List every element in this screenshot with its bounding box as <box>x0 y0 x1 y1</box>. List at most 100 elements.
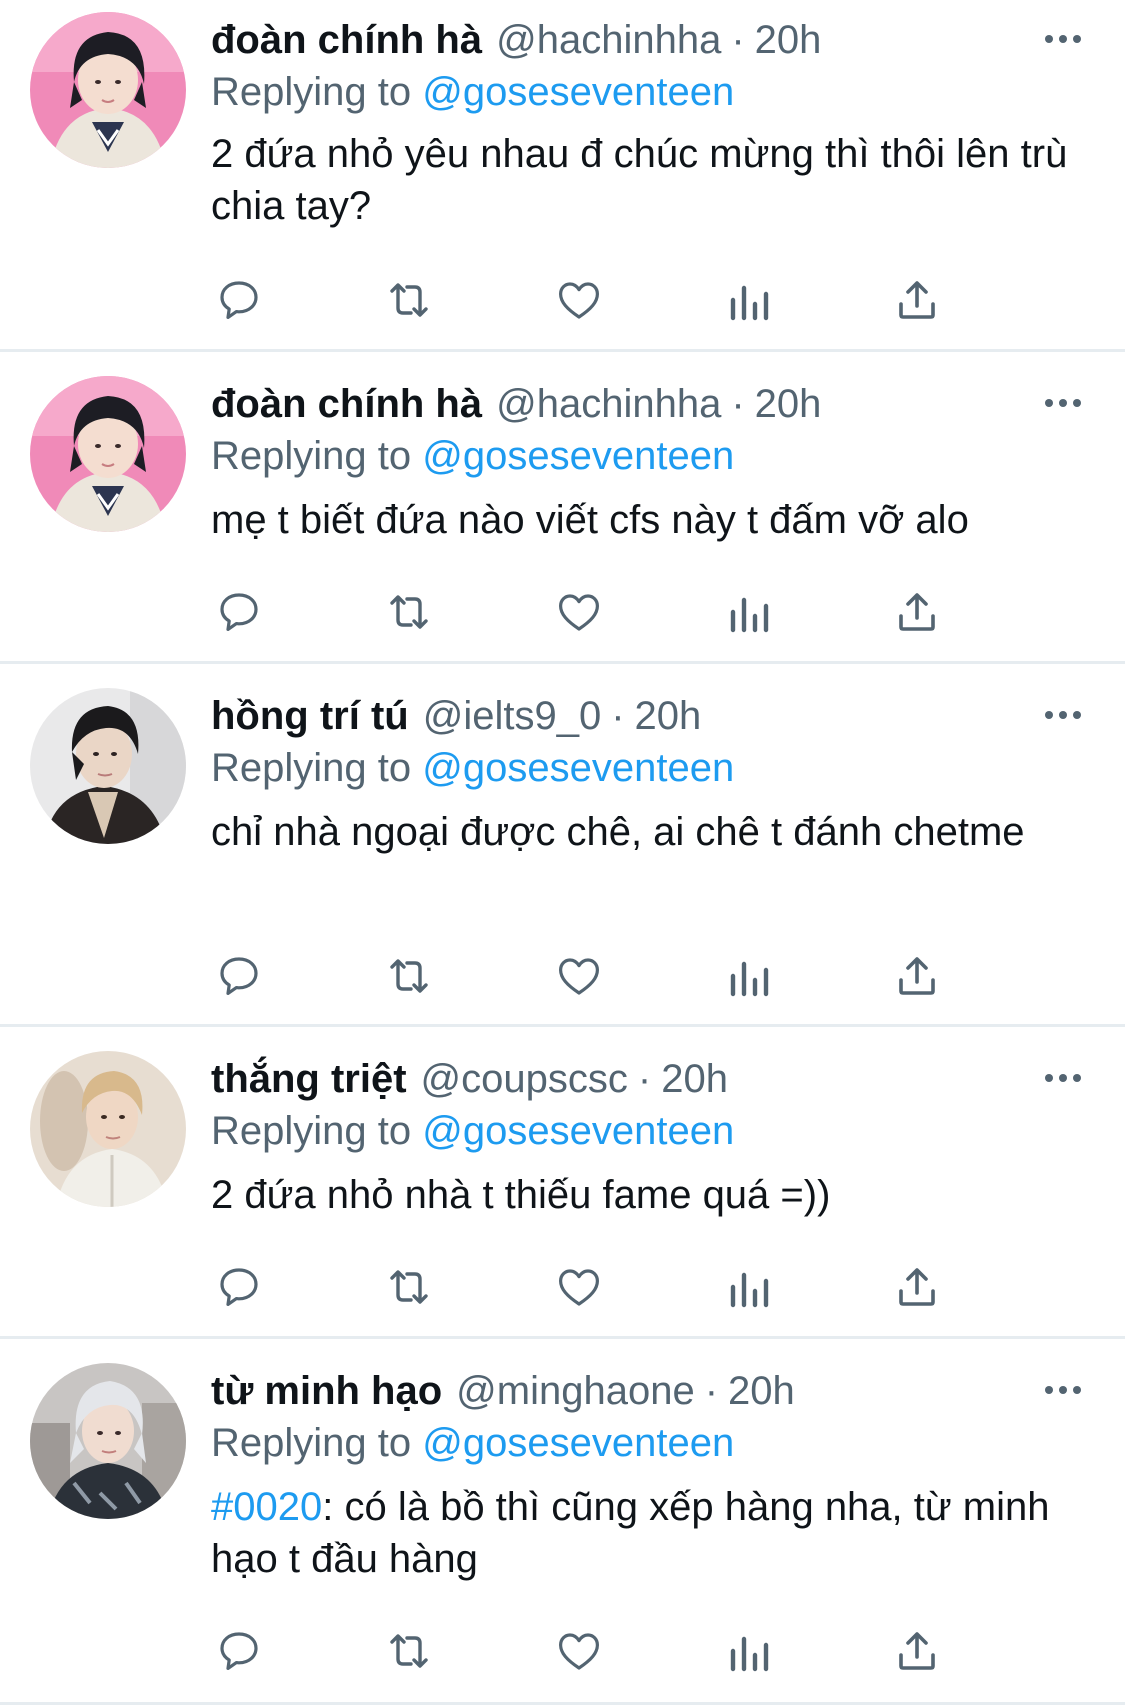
like-button[interactable] <box>551 948 607 1004</box>
tweet-content: hồng trí tú @ielts9_0 · 20h Replying to … <box>211 690 1085 858</box>
retweet-button[interactable] <box>381 1259 437 1315</box>
avatar[interactable] <box>30 1363 186 1519</box>
share-button[interactable] <box>889 1623 945 1679</box>
tweet[interactable]: đoàn chính hà @hachinhha · 20h Replying … <box>0 352 1125 664</box>
display-name[interactable]: đoàn chính hà <box>211 14 482 66</box>
more-options-button[interactable] <box>1043 1063 1083 1093</box>
reply-mention-link[interactable]: @goseseventeen <box>422 1109 734 1153</box>
analytics-button[interactable] <box>721 584 777 640</box>
analytics-button[interactable] <box>721 272 777 328</box>
retweet-icon <box>390 1634 428 1668</box>
tweet-header: thắng triệt @coupscsc · 20h <box>211 1053 1085 1105</box>
tweet-actions <box>211 272 991 328</box>
user-handle[interactable]: @hachinhha <box>496 14 721 66</box>
like-button[interactable] <box>551 584 607 640</box>
like-button[interactable] <box>551 1259 607 1315</box>
display-name[interactable]: thắng triệt <box>211 1053 407 1105</box>
reply-icon <box>220 957 258 995</box>
reply-button[interactable] <box>211 272 267 328</box>
share-button[interactable] <box>889 1259 945 1315</box>
tweet[interactable]: thắng triệt @coupscsc · 20h Replying to … <box>0 1027 1125 1339</box>
retweet-icon <box>390 595 428 629</box>
replying-to-label: Replying to <box>211 1109 412 1153</box>
tweet-text: chỉ nhà ngoại được chê, ai chê t đánh ch… <box>211 806 1071 858</box>
display-name[interactable]: từ minh hạo <box>211 1365 442 1417</box>
reply-button[interactable] <box>211 1259 267 1315</box>
like-button[interactable] <box>551 272 607 328</box>
tweet-actions <box>211 1259 991 1315</box>
user-handle[interactable]: @hachinhha <box>496 378 721 430</box>
retweet-button[interactable] <box>381 948 437 1004</box>
more-options-button[interactable] <box>1043 388 1083 418</box>
reply-mention-link[interactable]: @goseseventeen <box>422 746 734 790</box>
hashtag-link[interactable]: #0020 <box>211 1485 322 1529</box>
tweet-header: đoàn chính hà @hachinhha · 20h <box>211 14 1085 66</box>
tweet-actions <box>211 1623 991 1679</box>
display-name[interactable]: đoàn chính hà <box>211 378 482 430</box>
share-icon <box>899 281 935 319</box>
tweet-body: : có là bồ thì cũng xếp hàng nha, từ min… <box>211 1485 1050 1581</box>
heart-icon <box>559 958 599 995</box>
tweet-header: đoàn chính hà @hachinhha · 20h <box>211 378 1085 430</box>
tweet-text: #0020: có là bồ thì cũng xếp hàng nha, t… <box>211 1481 1071 1585</box>
timestamp[interactable]: 20h <box>755 14 822 66</box>
timestamp[interactable]: 20h <box>728 1365 795 1417</box>
analytics-button[interactable] <box>721 1623 777 1679</box>
tweet-body: 2 đứa nhỏ yêu nhau đ chúc mừng thì thôi … <box>211 132 1068 228</box>
analytics-icon <box>730 597 769 633</box>
replying-to-label: Replying to <box>211 70 412 114</box>
tweet[interactable]: đoàn chính hà @hachinhha · 20h Replying … <box>0 0 1125 352</box>
reply-mention-link[interactable]: @goseseventeen <box>422 1421 734 1465</box>
reply-button[interactable] <box>211 1623 267 1679</box>
analytics-icon <box>730 285 769 321</box>
separator-dot: · <box>731 18 745 62</box>
reply-icon <box>220 1632 258 1670</box>
tweet-header: từ minh hạo @minghaone · 20h <box>211 1365 1085 1417</box>
more-icon <box>1045 399 1081 407</box>
share-button[interactable] <box>889 584 945 640</box>
more-options-button[interactable] <box>1043 700 1083 730</box>
tweet-content: đoàn chính hà @hachinhha · 20h Replying … <box>211 14 1085 232</box>
tweet-content: thắng triệt @coupscsc · 20h Replying to … <box>211 1053 1085 1221</box>
tweet-body: mẹ t biết đứa nào viết cfs này t đấm vỡ … <box>211 498 969 542</box>
tweet[interactable]: từ minh hạo @minghaone · 20h Replying to… <box>0 1339 1125 1705</box>
tweet-actions <box>211 584 991 640</box>
reply-mention-link[interactable]: @goseseventeen <box>422 434 734 478</box>
tweet-header: hồng trí tú @ielts9_0 · 20h <box>211 690 1085 742</box>
retweet-button[interactable] <box>381 272 437 328</box>
avatar[interactable] <box>30 376 186 532</box>
analytics-button[interactable] <box>721 948 777 1004</box>
display-name[interactable]: hồng trí tú <box>211 690 409 742</box>
reply-icon <box>220 593 258 631</box>
analytics-icon <box>730 1636 769 1672</box>
more-options-button[interactable] <box>1043 1375 1083 1405</box>
more-options-button[interactable] <box>1043 24 1083 54</box>
retweet-button[interactable] <box>381 584 437 640</box>
avatar[interactable] <box>30 1051 186 1207</box>
like-button[interactable] <box>551 1623 607 1679</box>
timestamp[interactable]: 20h <box>755 378 822 430</box>
tweet[interactable]: hồng trí tú @ielts9_0 · 20h Replying to … <box>0 664 1125 1027</box>
reply-button[interactable] <box>211 584 267 640</box>
user-handle[interactable]: @coupscsc <box>421 1053 628 1105</box>
analytics-button[interactable] <box>721 1259 777 1315</box>
share-button[interactable] <box>889 272 945 328</box>
timestamp[interactable]: 20h <box>661 1053 728 1105</box>
separator-dot: · <box>637 1057 652 1101</box>
avatar[interactable] <box>30 12 186 168</box>
avatar[interactable] <box>30 688 186 844</box>
reply-button[interactable] <box>211 948 267 1004</box>
share-button[interactable] <box>889 948 945 1004</box>
replying-to: Replying to @goseseventeen <box>211 430 1085 482</box>
replying-to: Replying to @goseseventeen <box>211 66 1085 118</box>
more-icon <box>1045 711 1081 719</box>
share-icon <box>899 957 935 995</box>
reply-mention-link[interactable]: @goseseventeen <box>422 70 734 114</box>
user-handle[interactable]: @minghaone <box>456 1365 695 1417</box>
user-handle[interactable]: @ielts9_0 <box>423 690 601 742</box>
replying-to-label: Replying to <box>211 746 412 790</box>
timestamp[interactable]: 20h <box>635 690 702 742</box>
retweet-button[interactable] <box>381 1623 437 1679</box>
separator-dot: · <box>731 382 745 426</box>
reply-icon <box>220 1268 258 1306</box>
